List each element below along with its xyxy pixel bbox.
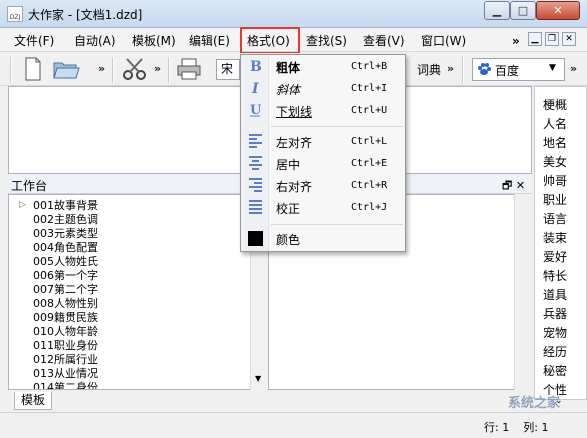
menu-label: 粗体 <box>276 61 301 75</box>
close-button[interactable]: ✕ <box>536 1 580 20</box>
font-name-box[interactable]: 宋 <box>216 59 240 80</box>
menu-shortcut: Ctrl+B <box>351 61 388 72</box>
menu-find[interactable]: 查找(S) <box>306 32 347 50</box>
svg-text:I: I <box>251 81 259 95</box>
menu-window[interactable]: 窗口(W) <box>421 32 466 50</box>
col-label: 列: <box>523 421 538 434</box>
category-item[interactable]: 语言 <box>543 210 567 227</box>
justify-icon <box>249 200 262 214</box>
minimize-button[interactable]: ▁ <box>484 1 510 20</box>
menu-label: 左对齐 <box>276 136 313 150</box>
tree-item[interactable]: 014第二身份 <box>33 379 98 389</box>
maximize-button[interactable]: □ <box>510 1 536 20</box>
menu-label: 居中 <box>276 158 301 172</box>
category-item[interactable]: 宠物 <box>543 324 567 341</box>
menu-shortcut: Ctrl+L <box>351 136 388 147</box>
menu-shortcut: Ctrl+U <box>351 105 388 116</box>
category-panel: 梗概 人名 地名 美女 帅哥 职业 语言 装束 爱好 特长 道具 兵器 宠物 经… <box>534 86 587 406</box>
tab-templates[interactable]: 模板 <box>14 392 53 410</box>
toolbar-separator <box>112 57 114 83</box>
category-item[interactable]: 梗概 <box>543 96 567 113</box>
menu-file[interactable]: 文件(F) <box>14 32 54 50</box>
svg-text:B: B <box>250 59 262 73</box>
toolbar-chevron-1[interactable]: » <box>98 62 105 75</box>
menu-label: 下划线 <box>276 105 313 119</box>
menu-shortcut: Ctrl+J <box>351 202 388 213</box>
menu-shortcut: Ctrl+E <box>351 158 388 169</box>
toolbar-chevron-3[interactable]: » <box>447 62 454 75</box>
search-engine-select[interactable]: 百度 ▼ <box>472 58 565 81</box>
status-bar: 行: 1 列: 1 <box>0 412 587 438</box>
menu-edit[interactable]: 编辑(E) <box>189 32 230 50</box>
dictionary-button[interactable]: 词典 <box>417 61 441 78</box>
align-left-icon <box>249 134 262 148</box>
search-engine-value: 百度 <box>495 64 520 78</box>
category-item[interactable]: 帅哥 <box>543 172 567 189</box>
bold-icon: B <box>250 59 262 73</box>
title-bar: DZJ 大作家 - [文档1.dzd] ▁ □ ✕ <box>0 0 587 28</box>
baidu-paw-icon <box>477 62 491 76</box>
scroll-down-arrow-icon[interactable]: ▼ <box>255 374 261 383</box>
menu-separator <box>271 126 403 127</box>
category-item[interactable]: 道具 <box>543 286 567 303</box>
category-item[interactable]: 特长 <box>543 267 567 284</box>
app-icon: DZJ <box>7 6 23 22</box>
category-item[interactable]: 装束 <box>543 229 567 246</box>
menu-shortcut: Ctrl+I <box>351 83 388 94</box>
toolbar-separator <box>168 57 170 83</box>
tree-expand-icon[interactable]: ▷ <box>19 200 26 210</box>
menu-auto[interactable]: 自动(A) <box>74 32 116 50</box>
toolbar-chevron-4[interactable]: » <box>570 62 577 75</box>
watermark: 系统之家 <box>508 396 561 411</box>
print-icon[interactable] <box>176 58 202 80</box>
color-swatch-icon <box>248 231 263 246</box>
menu-label: 右对齐 <box>276 180 313 194</box>
cursor-position: 行: 1 列: 1 <box>484 419 548 435</box>
category-item[interactable]: 美女 <box>543 153 567 170</box>
category-item[interactable]: 经历 <box>543 343 567 360</box>
category-item[interactable]: 地名 <box>543 134 567 151</box>
dock-icon[interactable]: 🗗 <box>502 179 512 192</box>
mdi-restore-icon[interactable]: ❐ <box>545 32 559 46</box>
mdi-close-icon[interactable]: ✕ <box>562 32 576 46</box>
toolbar-grip <box>10 57 12 83</box>
col-value: 1 <box>541 421 549 434</box>
menu-view[interactable]: 查看(V) <box>363 32 405 50</box>
workbench-title: 工作台 <box>11 179 48 193</box>
category-item[interactable]: 秘密 <box>543 362 567 379</box>
align-right-icon <box>249 178 262 192</box>
row-value: 1 <box>502 421 510 434</box>
category-item[interactable]: 人名 <box>543 115 567 132</box>
toolbar-separator <box>462 57 464 83</box>
template-tree: ▷ 001故事背景 002主题色调 003元素类型 004角色配置 005人物姓… <box>8 194 266 390</box>
chevron-down-icon[interactable]: ▼ <box>549 63 556 73</box>
menu-label: 颜色 <box>276 233 301 247</box>
category-item[interactable]: 兵器 <box>543 305 567 322</box>
menu-overflow-chevron[interactable]: » <box>512 32 520 50</box>
italic-icon: I <box>251 81 259 95</box>
open-folder-icon[interactable] <box>52 57 80 81</box>
menu-label: 斜体 <box>276 83 301 97</box>
tab-bar: 模板 <box>8 392 532 412</box>
row-label: 行: <box>484 421 499 434</box>
underline-icon: U <box>250 103 262 117</box>
menu-shortcut: Ctrl+R <box>351 180 388 191</box>
close-icon[interactable]: ✕ <box>516 179 525 192</box>
svg-text:U: U <box>250 103 262 117</box>
new-document-icon[interactable] <box>24 57 42 81</box>
cut-scissors-icon[interactable] <box>122 57 148 81</box>
category-item[interactable]: 职业 <box>543 191 567 208</box>
toolbar-chevron-2[interactable]: » <box>154 62 161 75</box>
format-dropdown-menu: B 粗体 Ctrl+B I 斜体 Ctrl+I U 下划线 Ctrl+U 左对齐… <box>240 54 406 252</box>
menu-template[interactable]: 模板(M) <box>132 32 176 50</box>
format-menu-highlight <box>240 27 300 54</box>
menu-separator <box>271 224 403 225</box>
align-center-icon <box>249 156 262 170</box>
menu-label: 校正 <box>276 202 301 216</box>
category-item[interactable]: 爱好 <box>543 248 567 265</box>
mdi-minimize-icon[interactable]: ▁ <box>528 32 542 46</box>
content-scrollbar[interactable] <box>514 194 532 390</box>
window-title: 大作家 - [文档1.dzd] <box>28 8 143 22</box>
